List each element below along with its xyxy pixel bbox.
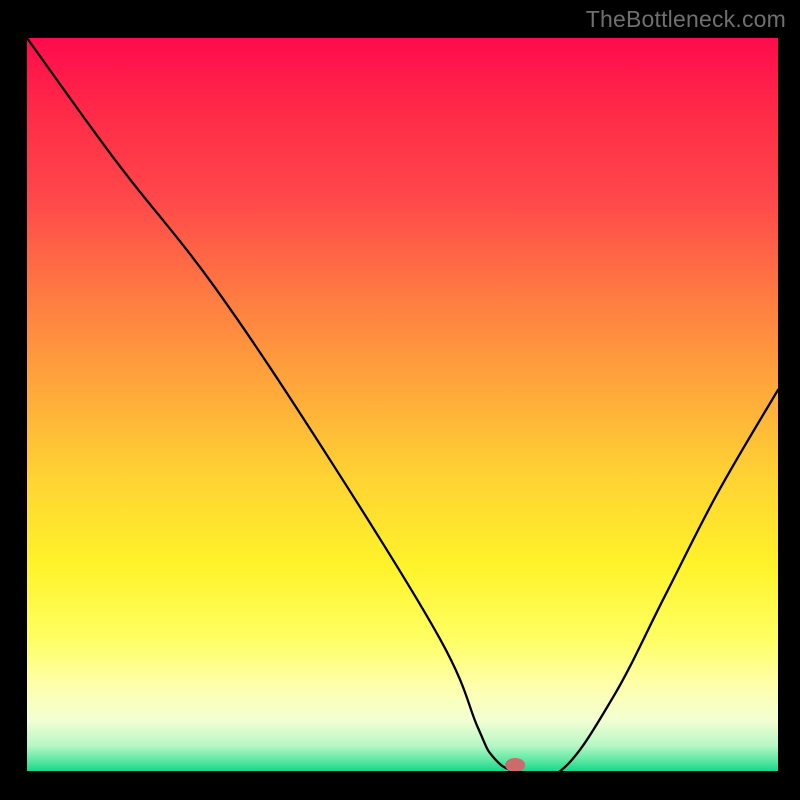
- gradient-background: [27, 38, 778, 771]
- plot-area: [27, 38, 778, 771]
- chart-root: TheBottleneck.com: [0, 0, 800, 800]
- watermark-text: TheBottleneck.com: [586, 6, 786, 33]
- chart-svg: [27, 38, 778, 771]
